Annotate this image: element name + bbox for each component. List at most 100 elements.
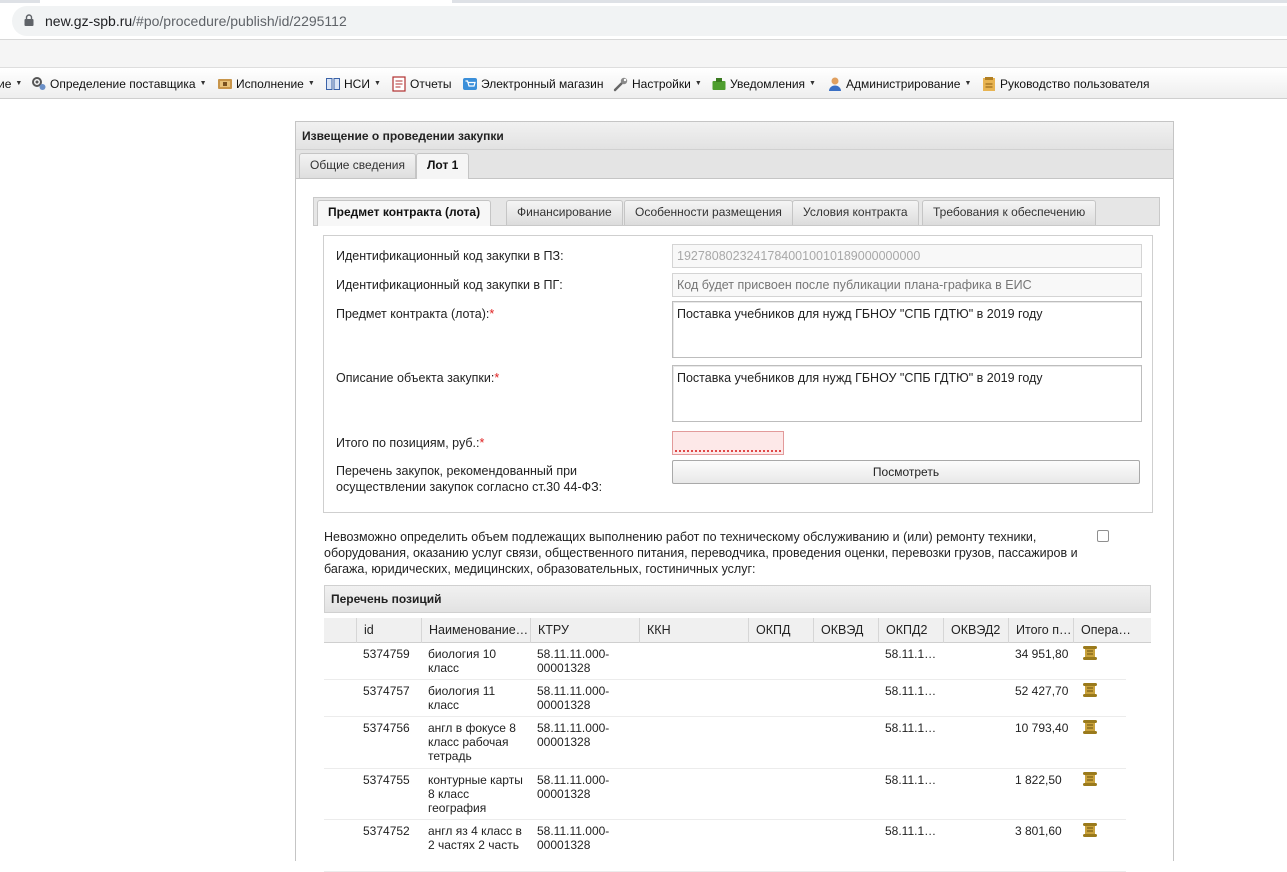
window-title: Извещение о проведении закупки [296, 122, 1173, 150]
scroll-document-icon[interactable] [1081, 718, 1099, 736]
col-header-okved2[interactable]: ОКВЭД2 [943, 618, 1008, 643]
description-textarea[interactable]: Поставка учебников для нужд ГБНОУ "СПБ Г… [672, 365, 1142, 422]
cell-okpd2: 58.11.1… [885, 721, 937, 735]
lot-content: Предмет контракта (лота) Финансирование … [296, 180, 1173, 872]
cell-ktru: 58.11.11.000-00001328 [537, 647, 610, 675]
scroll-document-icon[interactable] [1081, 681, 1099, 699]
pz-code-field: 19278080232417840010010189000000000 [672, 244, 1142, 268]
caret-down-icon: ▼ [373, 80, 381, 87]
report-icon [392, 76, 406, 92]
col-header-operations[interactable]: Опера… [1073, 618, 1138, 643]
col-header-okved[interactable]: ОКВЭД [813, 618, 878, 643]
total-label-text: Итого по позициям, руб.: [336, 436, 480, 450]
tab-security-requirements[interactable]: Требования к обеспечению [922, 200, 1097, 225]
col-header-ktru[interactable]: КТРУ [530, 618, 639, 643]
positions-title: Перечень позиций [324, 585, 1151, 613]
main-menu: ие ▼ Определение поставщика ▼ Исполнение ▼ … [0, 69, 1287, 99]
cell-name: контурные карты 8 класс география [428, 773, 523, 815]
cell-ktru: 58.11.11.000-00001328 [537, 684, 610, 712]
cell-name: биология 10 класс [428, 647, 497, 675]
scroll-document-icon[interactable] [1081, 770, 1099, 788]
scroll-document-icon[interactable] [1081, 644, 1099, 662]
cell-total: 1 822,50 [1015, 773, 1062, 787]
caret-down-icon: ▼ [694, 80, 702, 87]
table-row[interactable]: 5374759 биология 10 класс 58.11.11.000-0… [324, 643, 1126, 680]
required-mark: * [489, 307, 495, 321]
menu-item-label: Настройки [632, 77, 691, 91]
menu-item-settings[interactable]: Настройки ▼ [613, 74, 702, 94]
required-mark: * [494, 371, 500, 385]
people-gear-icon [32, 77, 46, 90]
col-header-name[interactable]: Наименование… [421, 618, 530, 643]
scroll-document-icon[interactable] [1081, 821, 1099, 839]
table-row[interactable]: 5374755 контурные карты 8 класс географи… [324, 769, 1126, 820]
col-header-id[interactable]: id [356, 618, 421, 643]
menu-item-notifications[interactable]: Уведомления ▼ [711, 74, 816, 94]
cell-okpd2: 58.11.1… [885, 773, 937, 787]
pz-code-label: Идентификационный код закупки в ПЗ: [336, 249, 564, 263]
menu-item-nsi[interactable]: НСИ ▼ [325, 74, 381, 94]
menu-item-label: Электронный магазин [481, 77, 604, 91]
description-label: Описание объекта закупки:* [336, 370, 499, 386]
menu-item-administration[interactable]: Администрирование ▼ [827, 74, 971, 94]
menu-item-truncated[interactable]: ие ▼ [0, 74, 22, 94]
menu-item-label: Администрирование [846, 77, 961, 91]
cell-total: 10 793,40 [1015, 721, 1069, 735]
cell-total: 34 951,80 [1015, 647, 1069, 661]
subject-label-text: Предмет контракта (лота): [336, 307, 490, 321]
menu-item-execution[interactable]: Исполнение ▼ [217, 74, 315, 94]
menu-item-label: Исполнение [236, 77, 304, 91]
menu-item-label: Уведомления [730, 77, 806, 91]
subject-textarea[interactable]: Поставка учебников для нужд ГБНОУ "СПБ Г… [672, 301, 1142, 358]
lot-tabs: Предмет контракта (лота) Финансирование … [313, 197, 1160, 226]
menu-item-reports[interactable]: Отчеты [391, 74, 451, 94]
cell-id: 5374757 [363, 684, 410, 698]
cell-id: 5374755 [363, 773, 410, 787]
manual-icon [983, 77, 995, 91]
caret-down-icon: ▼ [809, 80, 816, 87]
cell-id: 5374756 [363, 721, 410, 735]
view-button[interactable]: Посмотреть [672, 460, 1140, 484]
url-path: /#po/procedure/publish/id/2295112 [132, 13, 347, 29]
cell-ktru: 58.11.11.000-00001328 [537, 773, 610, 801]
col-header-kkn[interactable]: ККН [639, 618, 748, 643]
tab-financing[interactable]: Финансирование [506, 200, 623, 225]
browser-bookmark-bar [0, 40, 1287, 68]
table-row[interactable]: 5374757 биология 11 класс 58.11.11.000-0… [324, 680, 1126, 717]
menu-item-label: ие [0, 77, 12, 91]
cell-name: англ яз 4 класс в 2 частях 2 часть [428, 824, 522, 852]
url-text: new.gz-spb.ru/#po/procedure/publish/id/2… [45, 13, 347, 29]
wrench-icon [613, 77, 628, 92]
notification-icon [712, 78, 726, 90]
tab-contract-terms[interactable]: Условия контракта [792, 200, 919, 225]
url-field[interactable]: new.gz-spb.ru/#po/procedure/publish/id/2… [12, 6, 1287, 36]
col-header-okpd2[interactable]: ОКПД2 [878, 618, 943, 643]
url-host: new.gz-spb.ru [45, 13, 133, 29]
undetermined-volume-note: Невозможно определить объем подлежащих в… [324, 530, 1078, 576]
undetermined-volume-checkbox[interactable] [1097, 530, 1109, 542]
tab-general-info[interactable]: Общие сведения [299, 153, 416, 178]
cart-icon [463, 78, 477, 90]
col-header-select[interactable] [324, 618, 356, 643]
col-header-okpd[interactable]: ОКПД [748, 618, 813, 643]
pg-code-label: Идентификационный код закупки в ПГ: [336, 278, 563, 292]
required-mark: * [479, 436, 485, 450]
menu-item-user-manual[interactable]: Руководство пользователя [981, 74, 1149, 94]
tab-contract-subject[interactable]: Предмет контракта (лота) [317, 200, 492, 226]
book-icon [326, 78, 340, 90]
col-header-total[interactable]: Итого п… [1008, 618, 1073, 643]
caret-down-icon: ▼ [199, 80, 207, 87]
admin-user-icon [829, 77, 841, 91]
menu-item-supplier-definition[interactable]: Определение поставщика ▼ [31, 74, 207, 94]
top-tabs: Общие сведения Лот 1 [296, 150, 1173, 179]
tab-lot-1[interactable]: Лот 1 [416, 153, 470, 179]
tab-placement-features[interactable]: Особенности размещения [624, 200, 793, 225]
menu-item-e-shop[interactable]: Электронный магазин [462, 74, 603, 94]
browser-address-bar: new.gz-spb.ru/#po/procedure/publish/id/2… [0, 0, 1287, 40]
cell-okpd2: 58.11.1… [885, 824, 937, 838]
table-row[interactable]: 5374756 англ в фокусе 8 класс рабочая те… [324, 717, 1126, 769]
menu-item-label: Руководство пользователя [1000, 77, 1150, 91]
positions-header: id Наименование… КТРУ ККН ОКПД ОКВЭД ОКП… [324, 618, 1151, 643]
table-row[interactable]: 5374752 англ яз 4 класс в 2 частях 2 час… [324, 820, 1126, 872]
total-input-error[interactable] [672, 431, 784, 455]
